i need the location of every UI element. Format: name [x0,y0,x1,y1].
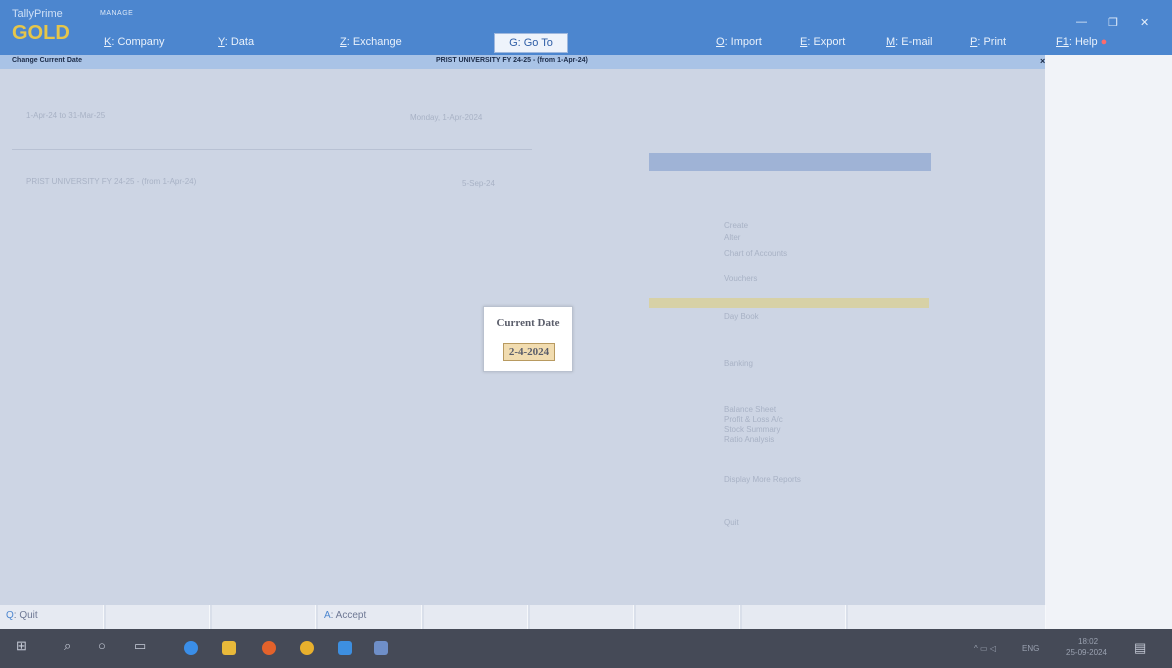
help-indicator-icon: ● [1100,36,1108,48]
task-view-icon[interactable]: ▭ [134,638,146,654]
close-window-icon[interactable]: ✕ [1140,16,1149,29]
menu-exchange-label: : Exchange [346,36,402,48]
menu-print-label: : Print [977,36,1007,48]
accept-label: : Accept [330,610,367,621]
period-text: 1-Apr-24 to 31-Mar-25 [26,111,106,120]
screen-header: Change Current Date PRIST UNIVERSITY FY … [0,55,1045,69]
menu-import[interactable]: O: Import [716,36,762,48]
gateway-item-2: Chart of Accounts [724,249,788,258]
accept-key: A [324,610,331,621]
menu-export[interactable]: E: Export [800,36,845,48]
screen-title: Change Current Date [12,57,83,64]
fbar-slot-10[interactable] [942,605,1046,629]
gateway-highlight-row [649,298,929,308]
windows-start-icon[interactable]: ⊞ [16,638,27,654]
gateway-item-4: Day Book [724,312,759,321]
fbar-slot-7[interactable] [636,605,740,629]
menu-import-key: O [716,36,725,48]
edition-label: GOLD [12,22,70,44]
gateway-item-12: Quit [724,518,739,527]
tray-icons[interactable]: ^ ▭ ◁ [974,644,996,653]
fbar-slot-8[interactable] [742,605,846,629]
chrome-icon[interactable] [300,641,314,655]
menu-company-label: : Company [111,36,165,48]
menu-exchange-key: Z [340,36,347,48]
notification-icon[interactable]: ▤ [1134,640,1146,656]
menu-import-label: : Import [724,36,762,48]
menu-print[interactable]: P: Print [970,36,1006,48]
tally-app-icon[interactable] [374,641,388,655]
goto-label: : Go To [517,37,553,49]
fbar-slot-3[interactable] [212,605,316,629]
dialog-title: Current Date [496,317,560,329]
accept-button[interactable]: A: Accept [318,605,422,629]
fbar-slot-2[interactable] [106,605,210,629]
menu-email-key: M [886,36,896,48]
current-date-field[interactable]: 2-4-2024 [503,343,555,361]
clock-time[interactable]: 18:02 [1078,637,1098,646]
language-indicator[interactable]: ENG [1022,644,1039,653]
windows-taskbar [0,629,1172,668]
file-explorer-icon[interactable] [222,641,236,655]
menu-export-label: : Export [807,36,846,48]
menu-email[interactable]: M: E-mail [886,36,932,48]
gateway-item-10: Ratio Analysis [724,435,775,444]
last-entry-text: Monday, 1-Apr-2024 [410,113,483,122]
quit-button[interactable]: Q: Quit [0,605,104,629]
right-button-bar [1045,55,1172,629]
gateway-item-11: Display More Reports [724,475,801,484]
minimize-icon[interactable]: — [1076,16,1087,28]
gateway-item-3: Vouchers [724,274,758,283]
gateway-panel-header [649,153,931,171]
title-menu-bar: TallyPrime MANAGE GOLD K: Company Y: Dat… [0,0,1172,55]
restore-icon[interactable]: ❐ [1108,16,1118,29]
store-icon[interactable] [338,641,352,655]
menu-help[interactable]: F1: Help ● [1056,36,1107,48]
app-brand-sub: MANAGE [100,10,134,17]
quit-key: Q [6,610,14,621]
menu-email-label: : E-mail [895,36,933,48]
fbar-slot-5[interactable] [424,605,528,629]
menu-company[interactable]: K: Company [104,36,165,48]
company-period-title: PRIST UNIVERSITY FY 24-25 - (from 1-Apr-… [436,57,588,64]
gateway-item-0: Create [724,221,749,230]
menu-help-key: F1 [1056,36,1069,48]
menu-help-label: : Help [1068,36,1098,48]
company-date-text: 5-Sep-24 [462,179,495,188]
edge-icon[interactable] [184,641,198,655]
search-icon[interactable]: ⌕ [64,638,71,654]
goto-button[interactable]: G: Go To [494,33,568,53]
menu-data-key: Y [218,36,225,48]
company-row-text: PRIST UNIVERSITY FY 24-25 - (from 1-Apr-… [26,177,197,186]
goto-key: G [509,37,518,49]
menu-exchange[interactable]: Z: Exchange [340,36,402,48]
gateway-item-1: Alter [724,233,741,242]
menu-data-label: : Data [224,36,255,48]
quit-label: : Quit [13,610,38,621]
cortana-icon[interactable]: ○ [98,638,106,653]
menu-data[interactable]: Y: Data [218,36,254,48]
clock-date[interactable]: 25-09-2024 [1066,648,1107,657]
gateway-item-9: Stock Summary [724,425,781,434]
gateway-item-7: Balance Sheet [724,405,777,414]
gateway-item-5: Banking [724,359,753,368]
fbar-slot-6[interactable] [530,605,634,629]
divider [12,149,532,150]
current-date-dialog: Current Date 2-4-2024 [483,306,573,372]
gateway-item-8: Profit & Loss A/c [724,415,783,424]
fbar-slot-9[interactable] [848,605,952,629]
firefox-icon[interactable] [262,641,276,655]
app-brand: TallyPrime [12,8,63,20]
